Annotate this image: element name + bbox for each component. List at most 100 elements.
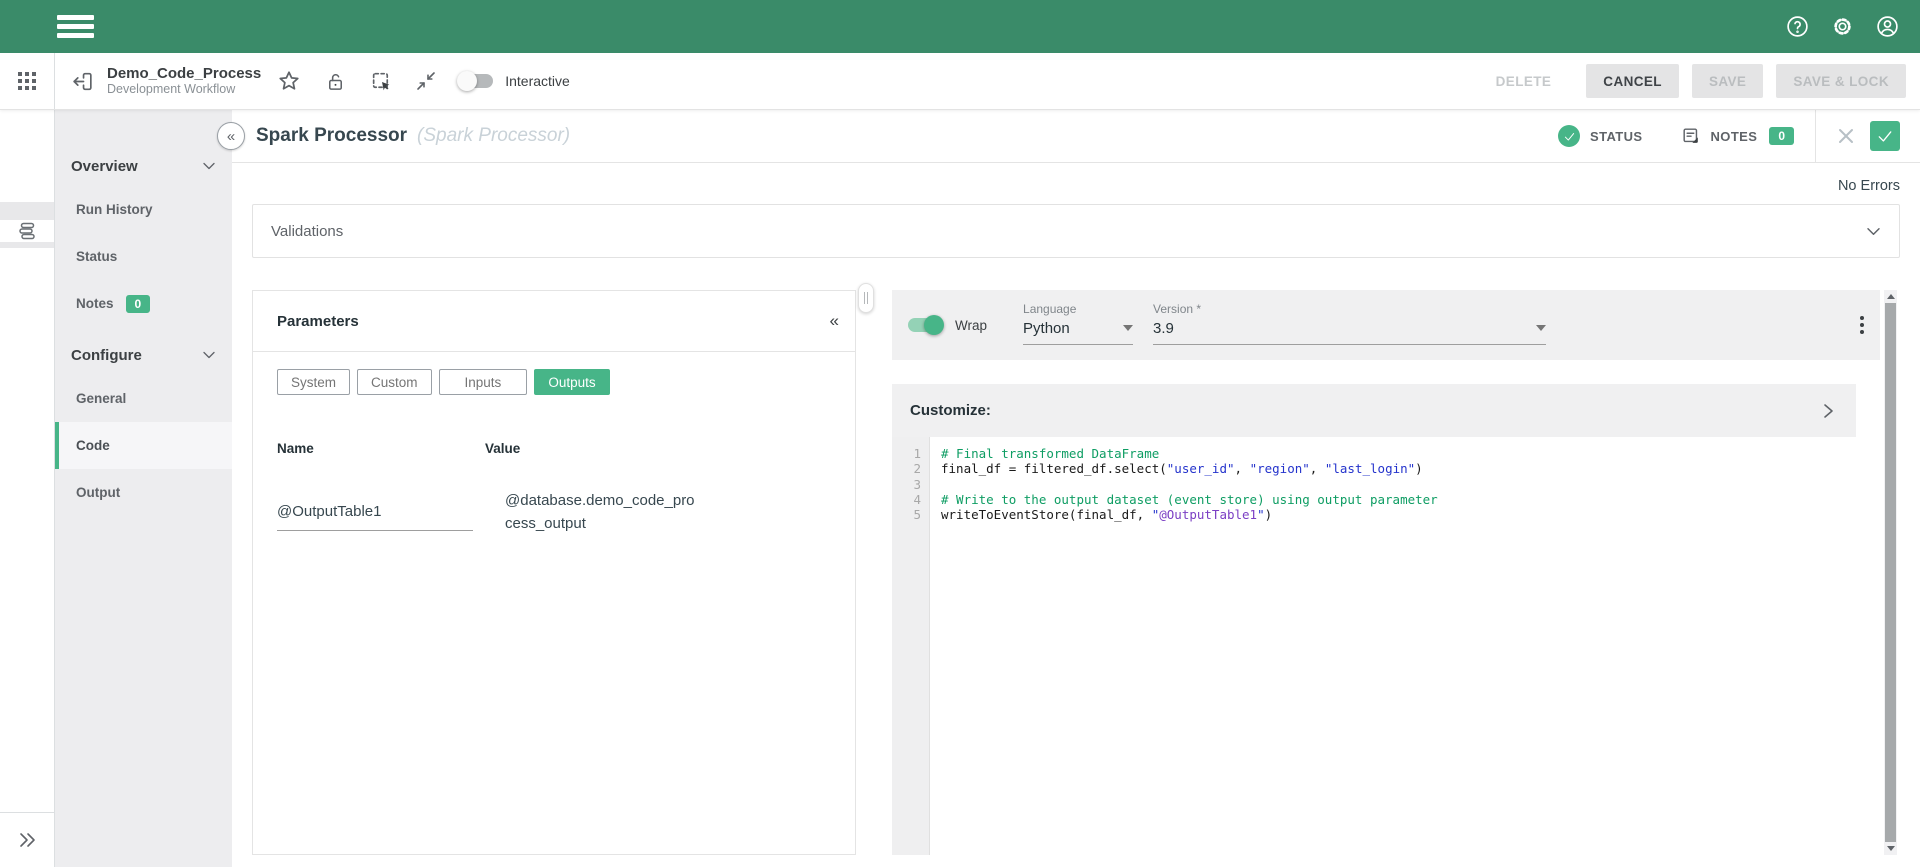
- save-button[interactable]: SAVE: [1692, 64, 1763, 98]
- account-icon[interactable]: [1875, 14, 1900, 39]
- caret-down-icon: [1536, 325, 1546, 331]
- rail-item-datasets[interactable]: [0, 340, 54, 386]
- toggle-knob: [457, 71, 477, 91]
- icon-rail: [0, 110, 55, 867]
- status-label: STATUS: [1590, 129, 1642, 144]
- parameters-panel: Parameters « System Custom Inputs Output…: [252, 290, 856, 855]
- language-value: Python: [1023, 320, 1070, 337]
- scroll-down-icon[interactable]: [1884, 842, 1897, 855]
- exit-workflow-icon[interactable]: [70, 69, 95, 94]
- customize-label: Customize:: [910, 402, 991, 419]
- rail-item-preview[interactable]: [0, 110, 54, 156]
- topbar: [0, 0, 1920, 53]
- rail-item-edit[interactable]: [0, 156, 54, 202]
- status-button[interactable]: STATUS: [1558, 125, 1642, 147]
- collapse-back-button[interactable]: «: [217, 122, 245, 150]
- menu-icon[interactable]: [57, 15, 94, 38]
- app-window: Demo_Code_Process Development Workflow I…: [0, 0, 1920, 867]
- unlocked-icon[interactable]: [325, 71, 346, 92]
- notes-icon: [1681, 126, 1701, 146]
- tab-system[interactable]: System: [277, 369, 350, 395]
- editor-toolbar: Wrap Language Python Version * 3.9: [892, 290, 1880, 360]
- code-line[interactable]: [941, 477, 1880, 492]
- version-label: Version *: [1153, 302, 1546, 316]
- close-icon[interactable]: [1837, 127, 1855, 145]
- workflow-subtitle: Development Workflow: [107, 82, 261, 96]
- nav-section-label: Configure: [71, 347, 142, 364]
- code-lines[interactable]: # Final transformed DataFramefinal_df = …: [931, 437, 1880, 855]
- customize-accordion[interactable]: Customize:: [892, 384, 1856, 437]
- validations-accordion[interactable]: Validations: [252, 204, 1900, 258]
- nav-item-output[interactable]: Output: [55, 469, 232, 516]
- interactive-toggle[interactable]: [459, 74, 493, 88]
- more-options-icon[interactable]: [1860, 316, 1864, 334]
- rail-item-history[interactable]: [0, 248, 54, 294]
- compress-icon[interactable]: [415, 70, 437, 92]
- version-select[interactable]: Version * 3.9: [1153, 302, 1546, 345]
- nav-item-notes[interactable]: Notes 0: [55, 280, 232, 327]
- nav-section-label: Overview: [71, 158, 138, 175]
- nav-item-general[interactable]: General: [55, 375, 232, 422]
- panel-resize-handle[interactable]: [858, 283, 874, 313]
- wrap-label: Wrap: [955, 318, 987, 333]
- rail-item-monitor[interactable]: [0, 294, 54, 340]
- editor-scrollbar[interactable]: [1884, 290, 1897, 855]
- line-number: 3: [892, 477, 929, 492]
- nav-section-configure[interactable]: Configure: [55, 335, 232, 375]
- cancel-button[interactable]: CANCEL: [1586, 64, 1679, 98]
- nav-item-label: General: [76, 391, 126, 406]
- settings-gear-icon[interactable]: [1830, 14, 1855, 39]
- version-value: 3.9: [1153, 320, 1174, 337]
- chevron-down-icon: [1866, 226, 1881, 237]
- nav-item-label: Status: [76, 249, 117, 264]
- line-number: 4: [892, 492, 929, 507]
- workflow-title: Demo_Code_Process: [107, 65, 261, 82]
- code-line[interactable]: final_df = filtered_df.select("user_id",…: [941, 461, 1880, 476]
- processor-title: Spark Processor: [256, 125, 407, 147]
- nav-item-label: Run History: [76, 202, 153, 217]
- nav-item-label: Notes: [76, 296, 114, 311]
- code-line[interactable]: # Final transformed DataFrame: [941, 446, 1880, 461]
- expand-rail-button[interactable]: [0, 812, 54, 867]
- chevron-down-icon: [202, 161, 216, 171]
- select-area-icon[interactable]: [370, 70, 393, 93]
- code-line[interactable]: # Write to the output dataset (event sto…: [941, 492, 1880, 507]
- apps-grid-cell: [0, 53, 55, 109]
- line-number: 1: [892, 446, 929, 461]
- notes-button[interactable]: NOTES 0: [1681, 126, 1794, 146]
- wrap-toggle[interactable]: [908, 318, 942, 332]
- tab-custom[interactable]: Custom: [357, 369, 432, 395]
- line-number: 2: [892, 461, 929, 476]
- nav-item-status[interactable]: Status: [55, 233, 232, 280]
- gutter: 12345: [892, 437, 930, 855]
- language-label: Language: [1023, 302, 1133, 316]
- code-editor[interactable]: 12345 # Final transformed DataFramefinal…: [892, 437, 1880, 855]
- parameters-header: Parameters «: [253, 291, 855, 352]
- tab-inputs[interactable]: Inputs: [439, 369, 528, 395]
- delete-button[interactable]: DELETE: [1486, 74, 1562, 89]
- topbar-icons: [1785, 14, 1900, 39]
- favorite-star-icon[interactable]: [277, 69, 301, 93]
- layers-icon: [0, 220, 55, 242]
- parameter-value: @database.demo_code_process_output: [505, 489, 697, 535]
- code-editor-panel: Wrap Language Python Version * 3.9 Custo…: [892, 290, 1905, 855]
- language-select[interactable]: Language Python: [1023, 302, 1133, 345]
- chevron-down-icon: [202, 350, 216, 360]
- scrollbar-thumb[interactable]: [1885, 303, 1896, 842]
- collapse-panel-icon[interactable]: «: [830, 311, 839, 331]
- nav-item-code[interactable]: Code: [55, 422, 232, 469]
- apps-grid-icon[interactable]: [17, 71, 37, 91]
- nav-section-overview[interactable]: Overview: [55, 146, 232, 186]
- code-line[interactable]: writeToEventStore(final_df, "@OutputTabl…: [941, 507, 1880, 522]
- header-divider: [1815, 110, 1816, 162]
- confirm-check-button[interactable]: [1870, 121, 1900, 151]
- processor-header-actions: STATUS NOTES 0: [1558, 110, 1920, 162]
- parameter-name-input[interactable]: [277, 503, 473, 531]
- tab-outputs[interactable]: Outputs: [534, 369, 609, 395]
- chevron-double-right-icon: [17, 832, 37, 848]
- save-lock-button[interactable]: SAVE & LOCK: [1776, 64, 1906, 98]
- help-icon[interactable]: [1785, 14, 1810, 39]
- notes-count-badge: 0: [126, 295, 151, 313]
- nav-item-run-history[interactable]: Run History: [55, 186, 232, 233]
- scroll-up-icon[interactable]: [1884, 290, 1897, 303]
